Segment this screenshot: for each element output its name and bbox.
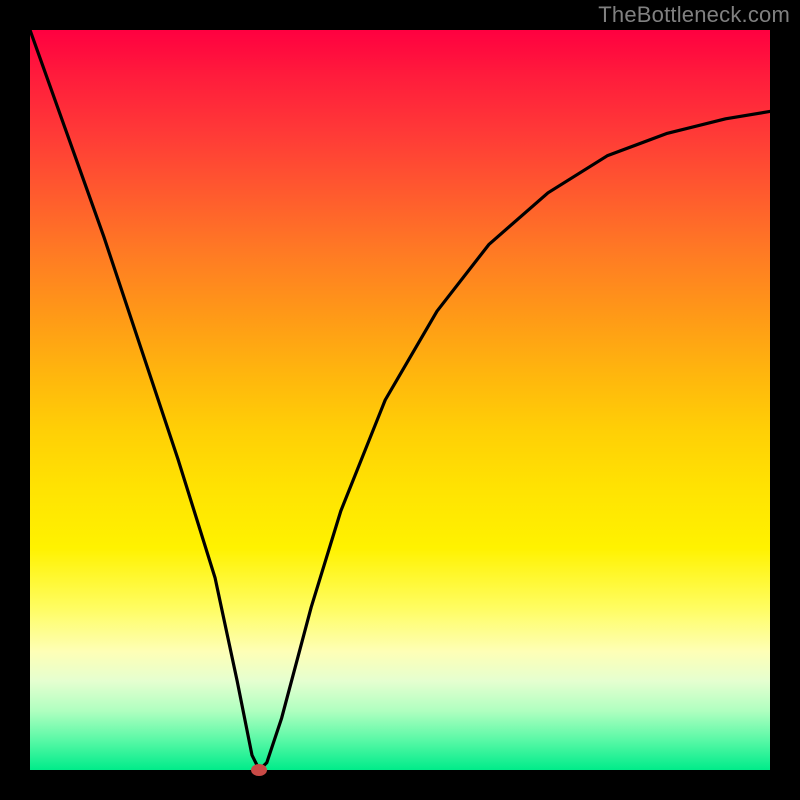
watermark-text: TheBottleneck.com — [598, 2, 790, 28]
plot-area — [30, 30, 770, 770]
chart-frame: TheBottleneck.com — [0, 0, 800, 800]
minimum-marker — [251, 764, 267, 776]
background-gradient — [30, 30, 770, 770]
